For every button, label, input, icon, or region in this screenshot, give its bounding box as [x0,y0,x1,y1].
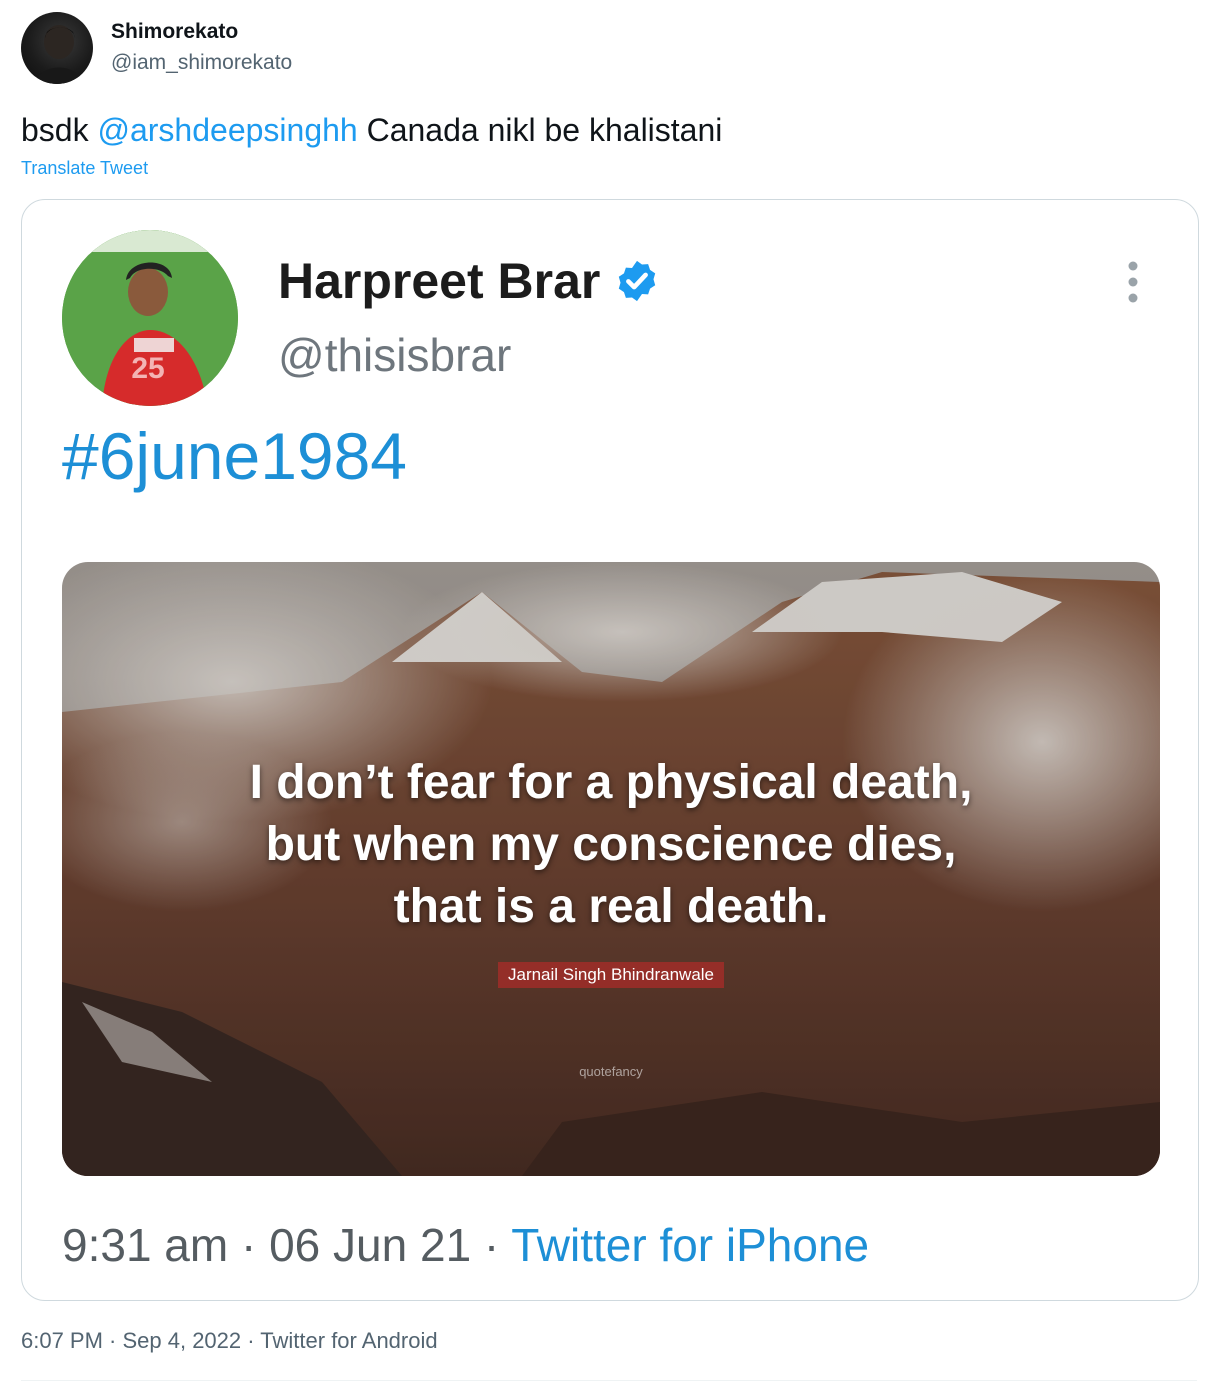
quote-image: I don’t fear for a physical death, but w… [62,562,1160,1176]
author-avatar[interactable] [21,12,93,84]
hashtag: #6june1984 [62,419,408,493]
quote-line: but when my conscience dies, [265,818,957,871]
quote-author-label: Jarnail Singh Bhindranwale [497,962,725,988]
embedded-author-name-text: Harpreet Brar [278,253,601,309]
quote-text: I don’t fear for a physical death, but w… [62,752,1160,938]
author-handle[interactable]: @iam_shimorekato [111,51,292,75]
verified-badge-icon [614,258,660,304]
embedded-author-avatar: 25 [62,230,238,406]
embedded-tweet-source: Twitter for iPhone [511,1219,870,1271]
embedded-author-name: Harpreet Brar [278,252,660,310]
embedded-tweet-screenshot[interactable]: 25 Harpreet Brar @thisisbrar #6june1984 [21,199,1199,1301]
translate-tweet-link[interactable]: Translate Tweet [21,158,148,179]
embedded-tweet-meta: 9:31 am · 06 Jun 21 · Twitter for iPhone [62,1218,869,1272]
mention-link[interactable]: @arshdeepsinghh [97,112,357,148]
embedded-tweet-time: 9:31 am · 06 Jun 21 · [62,1219,512,1271]
quote-author: Jarnail Singh Bhindranwale [62,962,1160,988]
tweet-timestamp[interactable]: 6:07 PM · Sep 4, 2022 · Twitter for Andr… [21,1328,438,1354]
author-name[interactable]: Shimorekato [111,20,238,44]
more-options-icon [1122,258,1144,308]
divider [21,1380,1197,1381]
watermark: quotefancy [579,1064,643,1079]
tweet-text: bsdk @arshdeepsinghh Canada nikl be khal… [21,112,722,149]
quote-line: that is a real death. [393,880,829,933]
svg-text:25: 25 [131,352,164,385]
embedded-author-handle: @thisisbrar [278,329,512,381]
quote-line: I don’t fear for a physical death, [249,756,973,809]
tweet-text-before: bsdk [21,112,98,148]
tweet-text-after: Canada nikl be khalistani [357,112,723,148]
